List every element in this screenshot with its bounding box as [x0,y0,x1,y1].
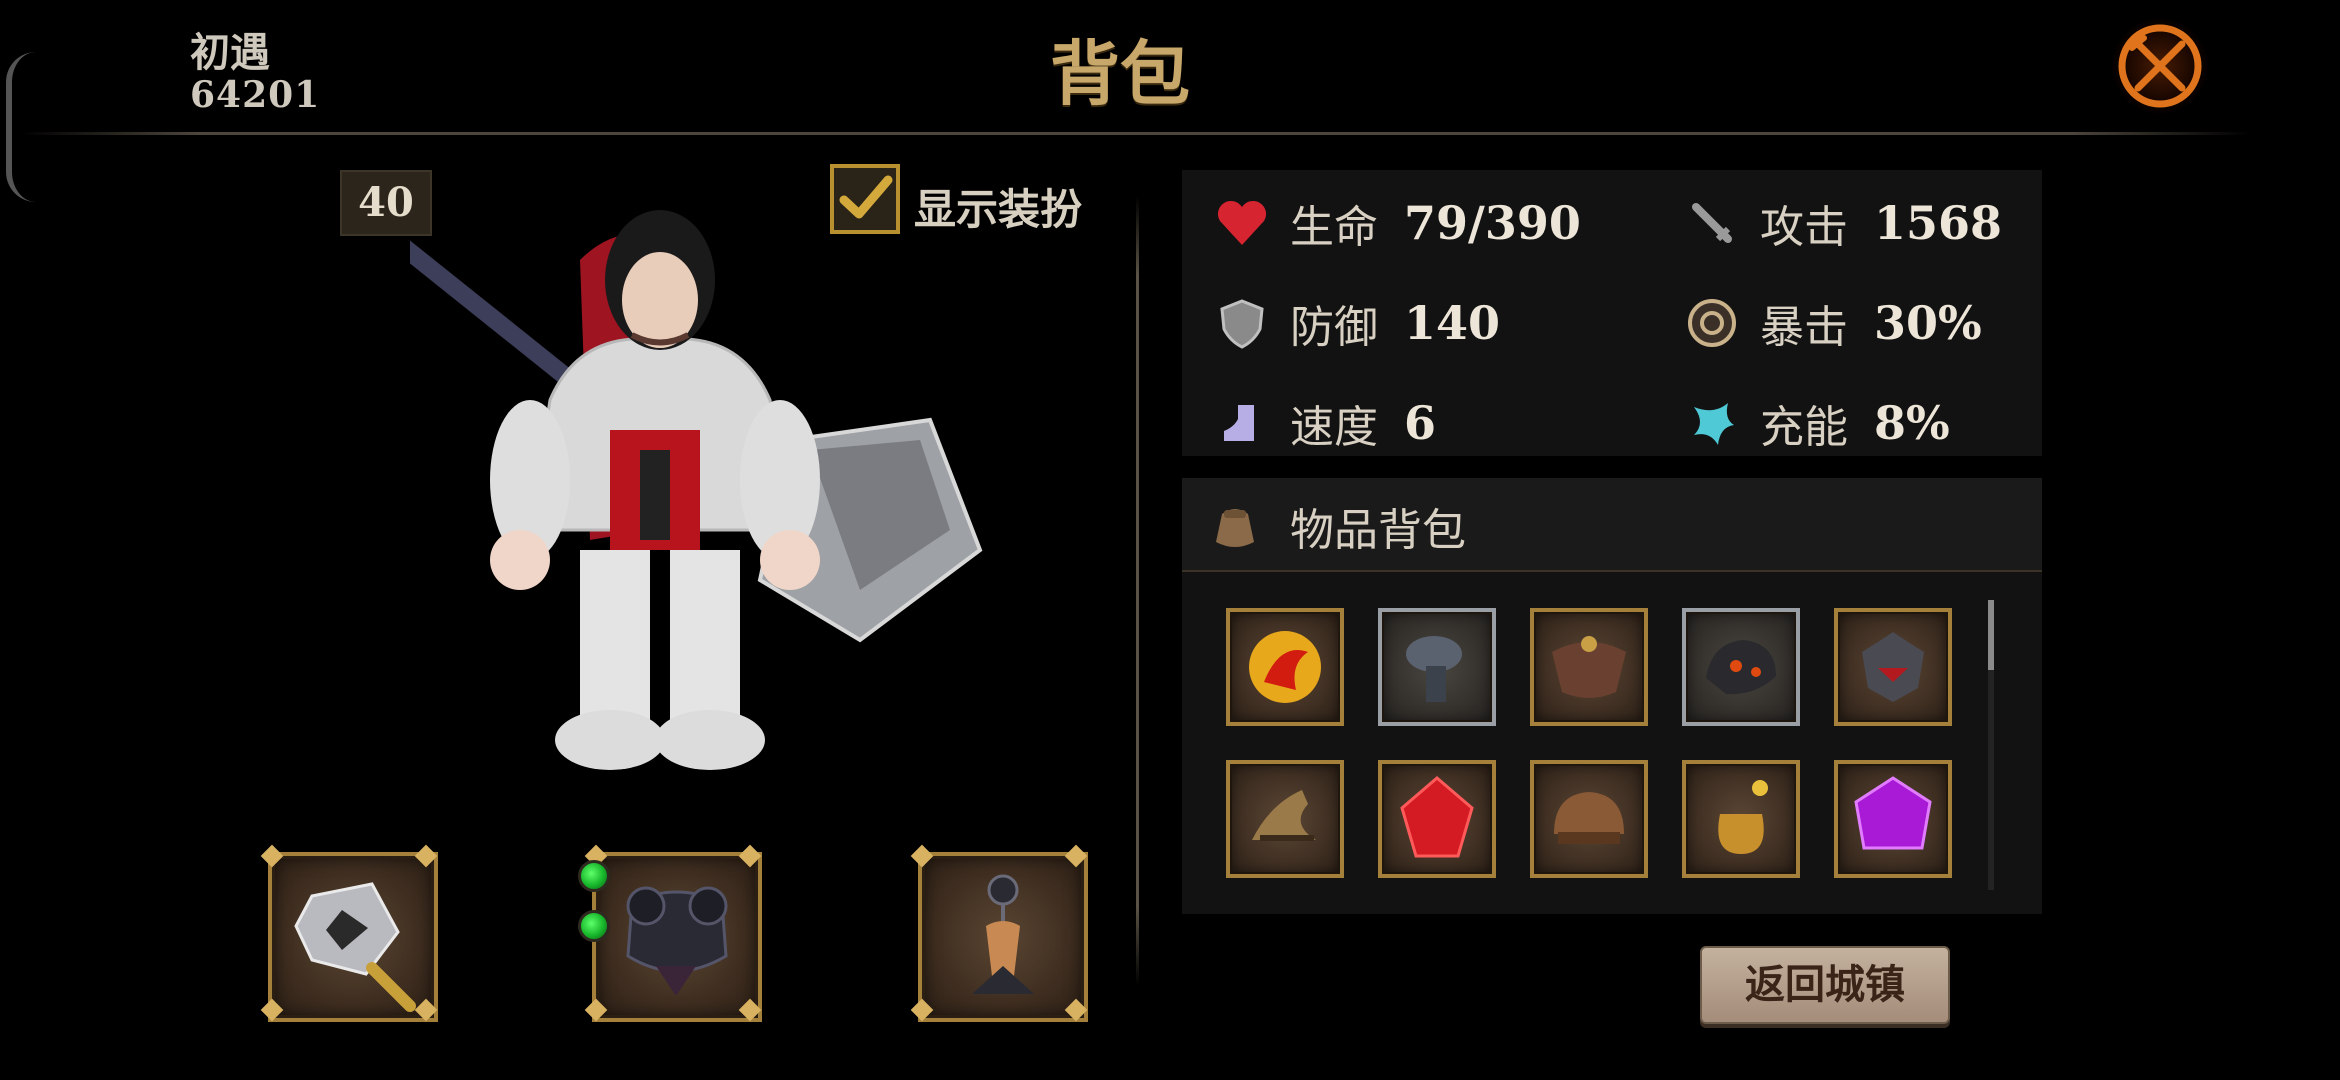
fire-orb-icon [1249,631,1321,703]
inventory-item-3[interactable] [1530,608,1648,726]
boot-icon [1212,393,1272,453]
gold-pouch-icon [1718,780,1768,854]
stat-label: 速度 [1290,402,1378,453]
inventory-item-2[interactable] [1378,608,1496,726]
inventory-scrollbar[interactable] [1988,600,1994,890]
gem-socket-2 [578,910,610,942]
close-crossed-icon [2118,24,2202,108]
close-button[interactable] [2112,18,2208,114]
stats-panel: 生命 79/390 攻击 1568 防御 140 暴击 30% 速度 6 充能 … [1182,170,2042,456]
leather-cap-icon [1554,792,1624,844]
leather-shoulder-icon [1552,636,1626,698]
inventory-scroll-thumb[interactable] [1988,600,1994,670]
page-title: 背包 [1050,32,1190,115]
header-divider [20,132,2250,135]
inventory-item-10[interactable] [1834,760,1952,878]
inventory-panel: 物品背包 [1182,478,2042,914]
stat-value: 8% [1874,396,1950,450]
stat-energy: 充能 8% [1682,388,1950,458]
stat-crit: 暴击 30% [1682,288,1982,358]
inventory-item-1[interactable] [1226,608,1344,726]
show-outfit-label: 显示装扮 [914,185,1083,234]
trinket-totem-icon [972,874,1034,994]
show-outfit-checkbox[interactable] [830,164,900,234]
stat-label: 防御 [1290,302,1378,353]
demon-helmet-icon [1862,632,1924,702]
equip-slot-weapon[interactable] [260,844,438,1022]
stat-value: 79/390 [1404,196,1581,250]
stat-value: 1568 [1874,196,2003,250]
stat-label: 充能 [1760,402,1848,453]
inventory-item-5[interactable] [1834,608,1952,726]
inventory-title: 物品背包 [1290,505,1466,556]
inventory-item-7[interactable] [1378,760,1496,878]
inventory-item-4[interactable] [1682,608,1800,726]
dark-armor-icon [626,886,728,996]
stat-speed: 速度 6 [1212,388,1436,458]
bag-icon [1216,509,1254,547]
golden-boot-icon [1252,790,1316,841]
stat-label: 攻击 [1760,202,1848,253]
iron-gauntlet-icon [1406,636,1462,702]
gem-socket-1 [578,860,610,892]
inventory-item-6[interactable] [1226,760,1344,878]
sword-icon [1682,193,1742,253]
lava-stone-icon [1706,640,1776,695]
energy-wing-icon [1682,393,1742,453]
character-level-badge: 40 [340,170,432,236]
inventory-header: 物品背包 [1182,478,2042,572]
return-to-town-button[interactable]: 返回城镇 [1700,946,1950,1024]
stat-value: 140 [1404,296,1501,350]
stat-hp: 生命 79/390 [1212,188,1581,258]
equip-slot-accessory[interactable] [910,844,1088,1022]
stat-label: 生命 [1290,202,1378,253]
checkmark-icon [839,175,893,219]
screen-edge-arc [6,52,42,202]
crit-target-icon [1682,293,1742,353]
spiked-mace-icon [294,882,416,1012]
stat-label: 暴击 [1760,302,1848,353]
red-gem-icon [1400,776,1474,858]
stat-attack: 攻击 1568 [1682,188,2002,258]
shield-icon [1212,293,1272,353]
player-name: 初遇 [190,29,270,76]
purple-gem-icon [1854,776,1932,850]
equip-slot-armor[interactable] [584,844,762,1022]
panel-divider [1136,196,1139,986]
stat-value: 30% [1874,296,1982,350]
player-id: 64201 [190,74,321,116]
inventory-item-9[interactable] [1682,760,1800,878]
character-model[interactable] [410,150,1010,820]
stat-defense: 防御 140 [1212,288,1500,358]
stat-value: 6 [1404,396,1437,450]
inventory-item-8[interactable] [1530,760,1648,878]
heart-icon [1212,193,1272,253]
